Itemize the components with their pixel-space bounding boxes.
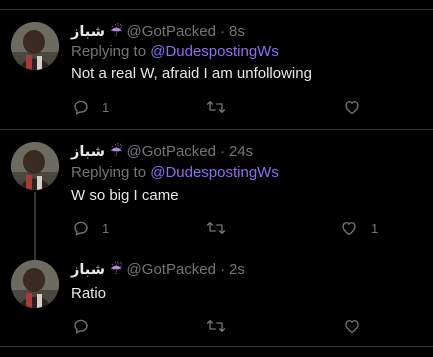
reply-button[interactable]: 1 — [72, 97, 109, 117]
timestamp[interactable]: 8s — [229, 22, 245, 42]
avatar-image — [11, 260, 59, 308]
heart-icon — [345, 101, 359, 115]
replying-to: Replying to @DudespostingWs — [71, 163, 279, 183]
reply-count: 1 — [102, 220, 110, 236]
separator-dot: · — [219, 143, 225, 160]
avatar[interactable] — [11, 260, 59, 308]
like-button[interactable] — [343, 316, 374, 336]
tweet-text: Ratio — [71, 285, 107, 302]
umbrella-rain-icon: ☔ — [109, 262, 123, 278]
tweet-text: W so big I came — [71, 187, 179, 204]
reply-button[interactable]: 1 — [72, 218, 109, 238]
display-name[interactable]: شباز — [71, 22, 105, 42]
like-button[interactable] — [343, 97, 374, 117]
separator-dot: · — [219, 23, 225, 40]
like-button[interactable]: 1 — [340, 218, 378, 238]
heart-icon — [345, 320, 359, 334]
tweet-text: Not a real W, afraid I am unfollowing — [71, 65, 312, 82]
tweet[interactable]: شباز ☔ @GotPacked · 2s Ratio — [0, 248, 433, 344]
handle[interactable]: @GotPacked — [127, 260, 216, 280]
like-count: 1 — [371, 220, 379, 236]
timestamp[interactable]: 2s — [229, 260, 245, 280]
umbrella-rain-icon: ☔ — [109, 24, 123, 40]
retweet-icon — [206, 222, 226, 234]
reply-icon — [74, 319, 88, 334]
handle[interactable]: @GotPacked — [127, 142, 216, 162]
replying-to-label: Replying to — [71, 43, 147, 60]
separator-dot: · — [219, 261, 225, 278]
retweet-icon — [206, 320, 226, 332]
bottom-divider — [0, 346, 433, 347]
handle[interactable]: @GotPacked — [127, 22, 216, 42]
retweet-button[interactable] — [206, 97, 238, 117]
avatar[interactable] — [11, 142, 59, 190]
mention-link[interactable]: @DudespostingWs — [150, 43, 279, 60]
display-name[interactable]: شباز — [71, 260, 105, 280]
timestamp[interactable]: 24s — [229, 142, 253, 162]
heart-icon — [342, 222, 356, 236]
tweet-header: شباز ☔ @GotPacked · 2s — [71, 260, 245, 280]
thread-line — [34, 192, 36, 248]
avatar-image — [11, 142, 59, 190]
retweet-button[interactable] — [206, 316, 238, 336]
retweet-button[interactable] — [206, 218, 238, 238]
reply-button[interactable] — [72, 316, 102, 336]
tweet[interactable]: شباز ☔ @GotPacked · 24s Replying to @Dud… — [0, 130, 433, 248]
replying-to-label: Replying to — [71, 164, 147, 181]
reply-count: 1 — [102, 99, 110, 115]
reply-icon — [74, 100, 88, 115]
tweet-header: شباز ☔ @GotPacked · 8s — [71, 22, 245, 42]
avatar[interactable] — [11, 22, 59, 70]
reply-icon — [74, 221, 88, 236]
umbrella-rain-icon: ☔ — [109, 144, 123, 160]
avatar-image — [11, 22, 59, 70]
thread-line — [34, 248, 36, 260]
display-name[interactable]: شباز — [71, 142, 105, 162]
retweet-icon — [206, 101, 226, 113]
tweet[interactable]: شباز ☔ @GotPacked · 8s Replying to @Dude… — [0, 10, 433, 128]
tweet-header: شباز ☔ @GotPacked · 24s — [71, 142, 253, 162]
mention-link[interactable]: @DudespostingWs — [150, 164, 279, 181]
replying-to: Replying to @DudespostingWs — [71, 42, 279, 62]
